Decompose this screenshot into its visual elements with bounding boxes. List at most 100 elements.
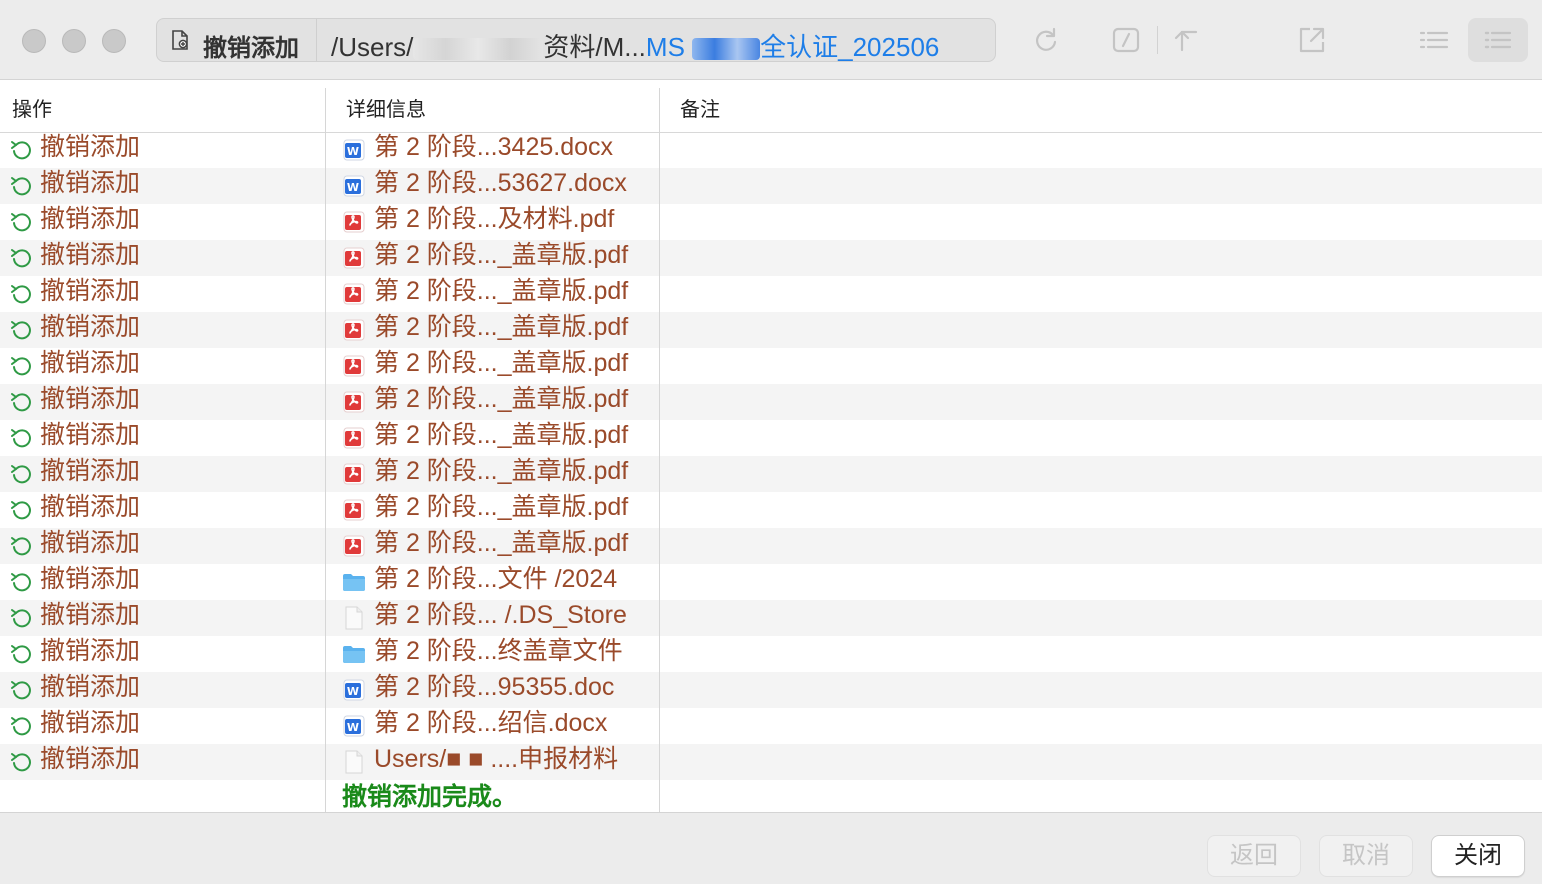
result-table: 撤销添加 W 第 2 阶段...3425.docx 撤销添加 W 第 2 阶段...53… bbox=[0, 132, 1542, 816]
undo-icon bbox=[11, 249, 31, 268]
undo-icon bbox=[11, 573, 31, 592]
detail-text: 第 2 阶段...及材料.pdf bbox=[374, 205, 615, 233]
close-button[interactable]: 关闭 bbox=[1431, 835, 1525, 877]
undo-icon bbox=[11, 717, 31, 736]
column-divider[interactable] bbox=[325, 88, 326, 812]
detail-text: 第 2 阶段..._盖章版.pdf bbox=[374, 529, 629, 557]
undo-icon bbox=[11, 537, 31, 556]
undo-icon bbox=[11, 177, 31, 196]
svg-text:W: W bbox=[347, 721, 359, 734]
operation-label: 撤销添加 bbox=[40, 673, 141, 701]
dialog-footer: 返回 取消 关闭 bbox=[0, 812, 1542, 884]
column-header-detail[interactable]: 详细信息 bbox=[346, 93, 426, 122]
command-label: 撤销添加 bbox=[203, 35, 299, 62]
list-view-toggle[interactable] bbox=[1468, 18, 1528, 62]
operation-label: 撤销添加 bbox=[40, 529, 141, 557]
table-row[interactable]: 撤销添加 第 2 阶段..._盖章版.pdf bbox=[0, 456, 1542, 492]
svg-text:W: W bbox=[347, 685, 359, 698]
table-row[interactable]: 撤销添加 第 2 阶段..._盖章版.pdf bbox=[0, 528, 1542, 564]
table-row[interactable]: 撤销添加 第 2 阶段..._盖章版.pdf bbox=[0, 348, 1542, 384]
cancel-button[interactable]: 取消 bbox=[1319, 835, 1413, 877]
detail-text: 第 2 阶段..._盖章版.pdf bbox=[374, 385, 629, 413]
table-row[interactable]: 撤销添加 W 第 2 阶段...95355.doc bbox=[0, 672, 1542, 708]
undo-icon bbox=[11, 141, 31, 160]
operation-label: 撤销添加 bbox=[40, 241, 141, 269]
detail-text: 第 2 阶段...终盖章文件 bbox=[374, 637, 623, 665]
operation-label: 撤销添加 bbox=[40, 349, 141, 377]
operation-label: 撤销添加 bbox=[40, 745, 141, 773]
zoom-window-button[interactable] bbox=[102, 29, 126, 53]
path-bar[interactable]: 撤销添加 /Users/资料/M...MS 全认证_202506 bbox=[156, 18, 996, 62]
table-row[interactable]: 撤销添加 W 第 2 阶段...绍信.docx bbox=[0, 708, 1542, 744]
word-doc-icon: W bbox=[342, 174, 366, 198]
share-open-icon[interactable] bbox=[1296, 24, 1328, 56]
detail-text: 第 2 阶段...53627.docx bbox=[374, 169, 627, 197]
detail-text: 第 2 阶段..._盖章版.pdf bbox=[374, 457, 629, 485]
terminal-icon[interactable] bbox=[1110, 24, 1142, 56]
detail-text: 第 2 阶段..._盖章版.pdf bbox=[374, 349, 629, 377]
undo-icon bbox=[11, 321, 31, 340]
table-row[interactable]: 撤销添加 第 2 阶段...终盖章文件 bbox=[0, 636, 1542, 672]
undo-icon bbox=[11, 645, 31, 664]
table-row[interactable]: 撤销添加 第 2 阶段..._盖章版.pdf bbox=[0, 276, 1542, 312]
detail-text: 第 2 阶段...文件 /2024 bbox=[374, 565, 618, 593]
table-row[interactable]: 撤销添加 Users/■ ■ ....申报材料 bbox=[0, 744, 1542, 780]
svg-text:W: W bbox=[347, 145, 359, 158]
table-row[interactable]: 撤销添加 第 2 阶段..._盖章版.pdf bbox=[0, 492, 1542, 528]
refresh-icon[interactable] bbox=[1030, 24, 1062, 56]
table-row[interactable]: 撤销添加 第 2 阶段...文件 /2024 bbox=[0, 564, 1542, 600]
operation-label: 撤销添加 bbox=[40, 457, 141, 485]
detail-text: 第 2 阶段...绍信.docx bbox=[374, 709, 608, 737]
pdf-icon bbox=[342, 282, 366, 306]
table-row[interactable]: 撤销添加 W 第 2 阶段...53627.docx bbox=[0, 168, 1542, 204]
undo-icon bbox=[11, 465, 31, 484]
column-header-operation[interactable]: 操作 bbox=[12, 93, 52, 122]
word-doc-icon: W bbox=[342, 678, 366, 702]
operation-label: 撤销添加 bbox=[40, 385, 141, 413]
pdf-icon bbox=[342, 498, 366, 522]
undo-icon bbox=[11, 681, 31, 700]
column-header-remark[interactable]: 备注 bbox=[680, 93, 720, 122]
undo-icon bbox=[11, 213, 31, 232]
operation-label: 撤销添加 bbox=[40, 565, 141, 593]
table-row[interactable]: 撤销添加 第 2 阶段..._盖章版.pdf bbox=[0, 240, 1542, 276]
operation-label: 撤销添加 bbox=[40, 205, 141, 233]
generic-file-icon bbox=[342, 606, 366, 630]
minimize-window-button[interactable] bbox=[62, 29, 86, 53]
outline-list-icon[interactable] bbox=[1418, 24, 1450, 56]
operation-label: 撤销添加 bbox=[40, 421, 141, 449]
undo-icon bbox=[11, 501, 31, 520]
table-row[interactable]: 撤销添加 第 2 阶段..._盖章版.pdf bbox=[0, 312, 1542, 348]
close-window-button[interactable] bbox=[22, 29, 46, 53]
list-icon bbox=[1484, 31, 1512, 49]
operation-label: 撤销添加 bbox=[40, 133, 141, 161]
pdf-icon bbox=[342, 462, 366, 486]
detail-text: 第 2 阶段..._盖章版.pdf bbox=[374, 241, 629, 269]
document-add-icon bbox=[172, 30, 188, 50]
command-segment[interactable]: 撤销添加 bbox=[157, 19, 317, 62]
detail-text: 第 2 阶段..._盖章版.pdf bbox=[374, 313, 629, 341]
table-row[interactable]: 撤销添加 W 第 2 阶段...3425.docx bbox=[0, 132, 1542, 168]
table-row[interactable]: 撤销添加 第 2 阶段...及材料.pdf bbox=[0, 204, 1542, 240]
pdf-icon bbox=[342, 246, 366, 270]
back-button[interactable]: 返回 bbox=[1207, 835, 1301, 877]
table-row[interactable]: 撤销添加 第 2 阶段..._盖章版.pdf bbox=[0, 420, 1542, 456]
column-divider[interactable] bbox=[659, 88, 660, 812]
redacted-path-accent bbox=[692, 38, 761, 61]
word-doc-icon: W bbox=[342, 714, 366, 738]
operation-label: 撤销添加 bbox=[40, 637, 141, 665]
undo-icon bbox=[11, 285, 31, 304]
table-row[interactable]: 撤销添加 第 2 阶段..._盖章版.pdf bbox=[0, 384, 1542, 420]
path-prefix: /Users/ bbox=[331, 32, 414, 62]
operation-label: 撤销添加 bbox=[40, 601, 141, 629]
arrow-up-icon[interactable] bbox=[1172, 24, 1204, 56]
pdf-icon bbox=[342, 390, 366, 414]
table-row[interactable]: 撤销添加 第 2 阶段... /.DS_Store bbox=[0, 600, 1542, 636]
path-accent-start: MS bbox=[645, 32, 685, 62]
detail-text: 第 2 阶段...95355.doc bbox=[374, 673, 615, 701]
pdf-icon bbox=[342, 354, 366, 378]
detail-text: 第 2 阶段..._盖章版.pdf bbox=[374, 493, 629, 521]
undo-icon bbox=[11, 357, 31, 376]
toolbar-divider bbox=[1157, 26, 1158, 54]
operation-label: 撤销添加 bbox=[40, 709, 141, 737]
